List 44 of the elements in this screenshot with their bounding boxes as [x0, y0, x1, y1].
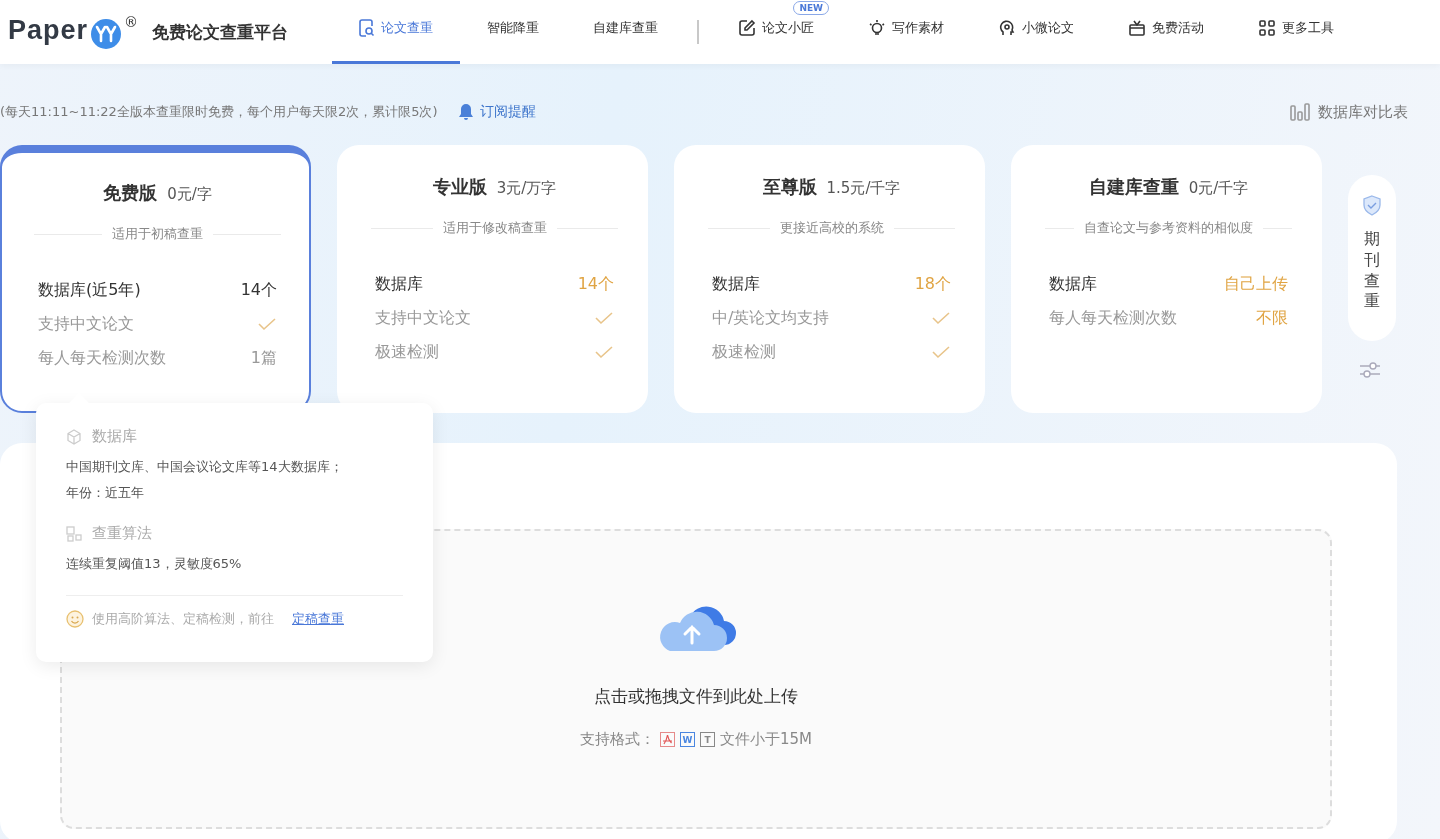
upload-title: 点击或拖拽文件到此处上传 — [594, 685, 798, 708]
feature-label: 数据库 — [375, 273, 423, 295]
plan-subtitle: 更接近高校的系统 — [779, 219, 884, 237]
feature-value: 14个 — [577, 273, 614, 295]
feature-label: 数据库 — [1049, 273, 1097, 295]
formats-label: 支持格式： — [580, 730, 655, 749]
plan-name: 专业版 — [432, 175, 487, 199]
plan-subtitle: 适用于初稿查重 — [112, 225, 203, 243]
feature-label: 极速检测 — [712, 341, 776, 363]
feature-label: 支持中文论文 — [38, 313, 134, 335]
feature-value: 14个 — [240, 279, 277, 301]
feature-value: 1篇 — [250, 347, 277, 369]
feature-value: 18个 — [914, 273, 951, 295]
tooltip-footer: 使用高阶算法、定稿检测，前往 — [92, 610, 274, 628]
feature-label: 数据库(近5年) — [38, 279, 141, 301]
new-badge: NEW — [793, 1, 830, 15]
plan-subtitle: 适用于修改稿查重 — [442, 219, 547, 237]
plan-name: 至尊版 — [762, 175, 817, 199]
plan-subtitle: 自查论文与参考资料的相似度 — [1084, 219, 1253, 237]
feature-label: 每人每天检测次数 — [38, 347, 166, 369]
plan-price: 0元/字 — [167, 185, 212, 204]
feature-value: 不限 — [1256, 307, 1288, 329]
feature-label: 支持中文论文 — [375, 307, 471, 329]
feature-label: 中/英论文均支持 — [712, 307, 830, 329]
feature-label: 极速检测 — [375, 341, 439, 363]
tooltip-text: 中国期刊文库、中国会议论文库等14大数据库； — [66, 458, 344, 476]
notice-text: (每天11:11~11:22全版本查重限时免费，每个用户每天限2次，累计限5次) — [0, 103, 438, 121]
feature-label: 每人每天检测次数 — [1049, 307, 1177, 329]
logo-text: Paper — [8, 14, 89, 46]
feature-value: 自己上传 — [1224, 273, 1288, 295]
text-file-icon: T — [700, 732, 715, 747]
word-icon: W — [680, 732, 695, 747]
plan-price: 3元/万字 — [496, 179, 557, 198]
site-title: 免费论文查重平台 — [152, 20, 289, 44]
plan-name: 免费版 — [103, 181, 158, 205]
size-note: 文件小于15M — [720, 730, 812, 749]
plan-name: 自建库查重 — [1088, 175, 1179, 199]
plan-price: 0元/千字 — [1188, 179, 1249, 198]
tooltip-text: 连续重复阈值13，灵敏度65% — [66, 555, 243, 573]
plan-price: 1.5元/千字 — [826, 179, 901, 198]
tooltip-heading: 数据库 — [92, 427, 137, 446]
registered-mark: ® — [124, 14, 139, 30]
tooltip-text: 年份：近五年 — [66, 484, 145, 502]
feature-label: 数据库 — [712, 273, 760, 295]
